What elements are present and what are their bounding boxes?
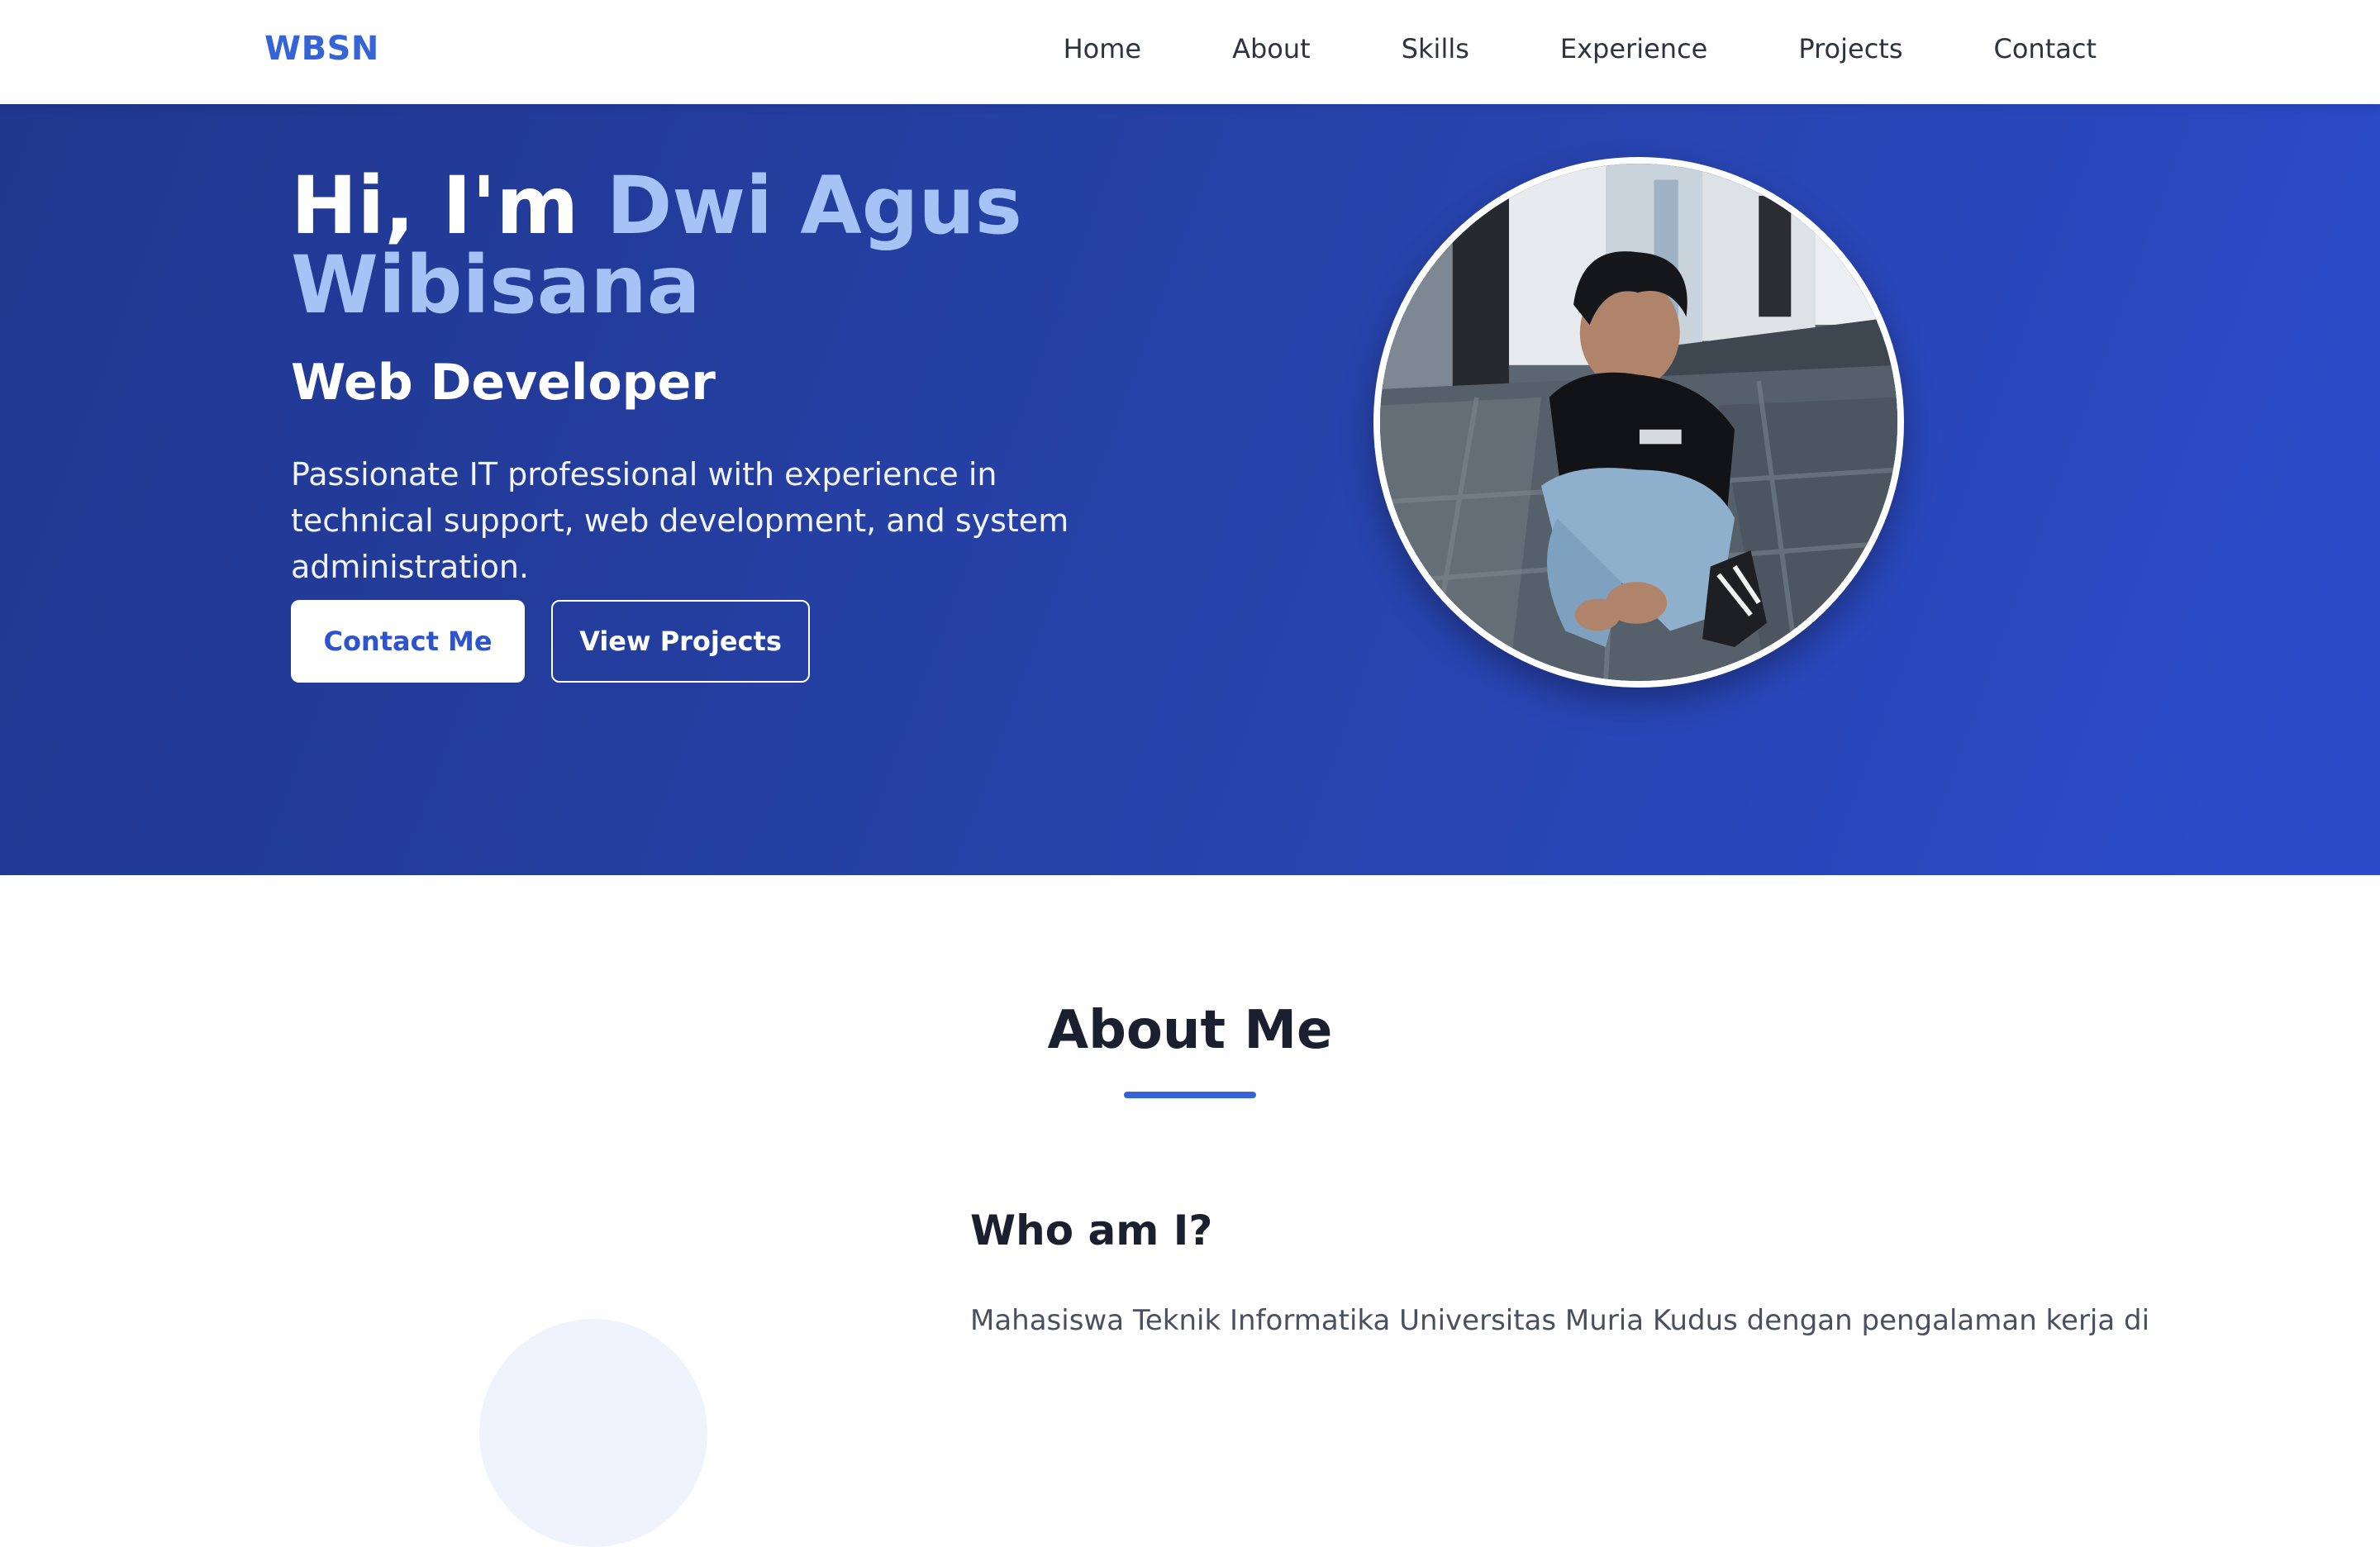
navbar: WBSN Home About Skills Experience Projec… <box>0 0 2380 104</box>
view-projects-button[interactable]: View Projects <box>551 600 810 683</box>
who-am-i-heading: Who am I? <box>970 1207 1213 1254</box>
nav-link-home[interactable]: Home <box>1064 33 1142 64</box>
contact-me-button[interactable]: Contact Me <box>291 600 525 683</box>
hero-role: Web Developer <box>291 354 716 412</box>
hero-description: Passionate IT professional with experien… <box>291 456 1069 585</box>
about-heading-underline <box>1124 1092 1256 1098</box>
site-logo[interactable]: WBSN <box>264 30 379 68</box>
nav-link-contact[interactable]: Contact <box>1994 33 2097 64</box>
hero-name-last: Wibisana <box>291 239 701 331</box>
about-heading: About Me <box>1047 1000 1333 1061</box>
nav-link-about[interactable]: About <box>1232 33 1311 64</box>
about-decorative-circle <box>479 1319 707 1547</box>
nav-menu: Home About Skills Experience Projects Co… <box>1064 33 2097 64</box>
nav-link-experience[interactable]: Experience <box>1560 33 1707 64</box>
hero-title: Hi, I'm Dwi Agus Wibisana <box>291 166 1084 325</box>
about-paragraph: Mahasiswa Teknik Informatika Universitas… <box>970 1304 2150 1337</box>
profile-photo <box>1373 157 1904 688</box>
profile-photo-illustration <box>1380 164 1897 681</box>
nav-link-projects[interactable]: Projects <box>1798 33 1902 64</box>
hero-section: Hi, I'm Dwi Agus Wibisana Web Developer P… <box>0 104 2380 875</box>
nav-link-skills[interactable]: Skills <box>1402 33 1469 64</box>
